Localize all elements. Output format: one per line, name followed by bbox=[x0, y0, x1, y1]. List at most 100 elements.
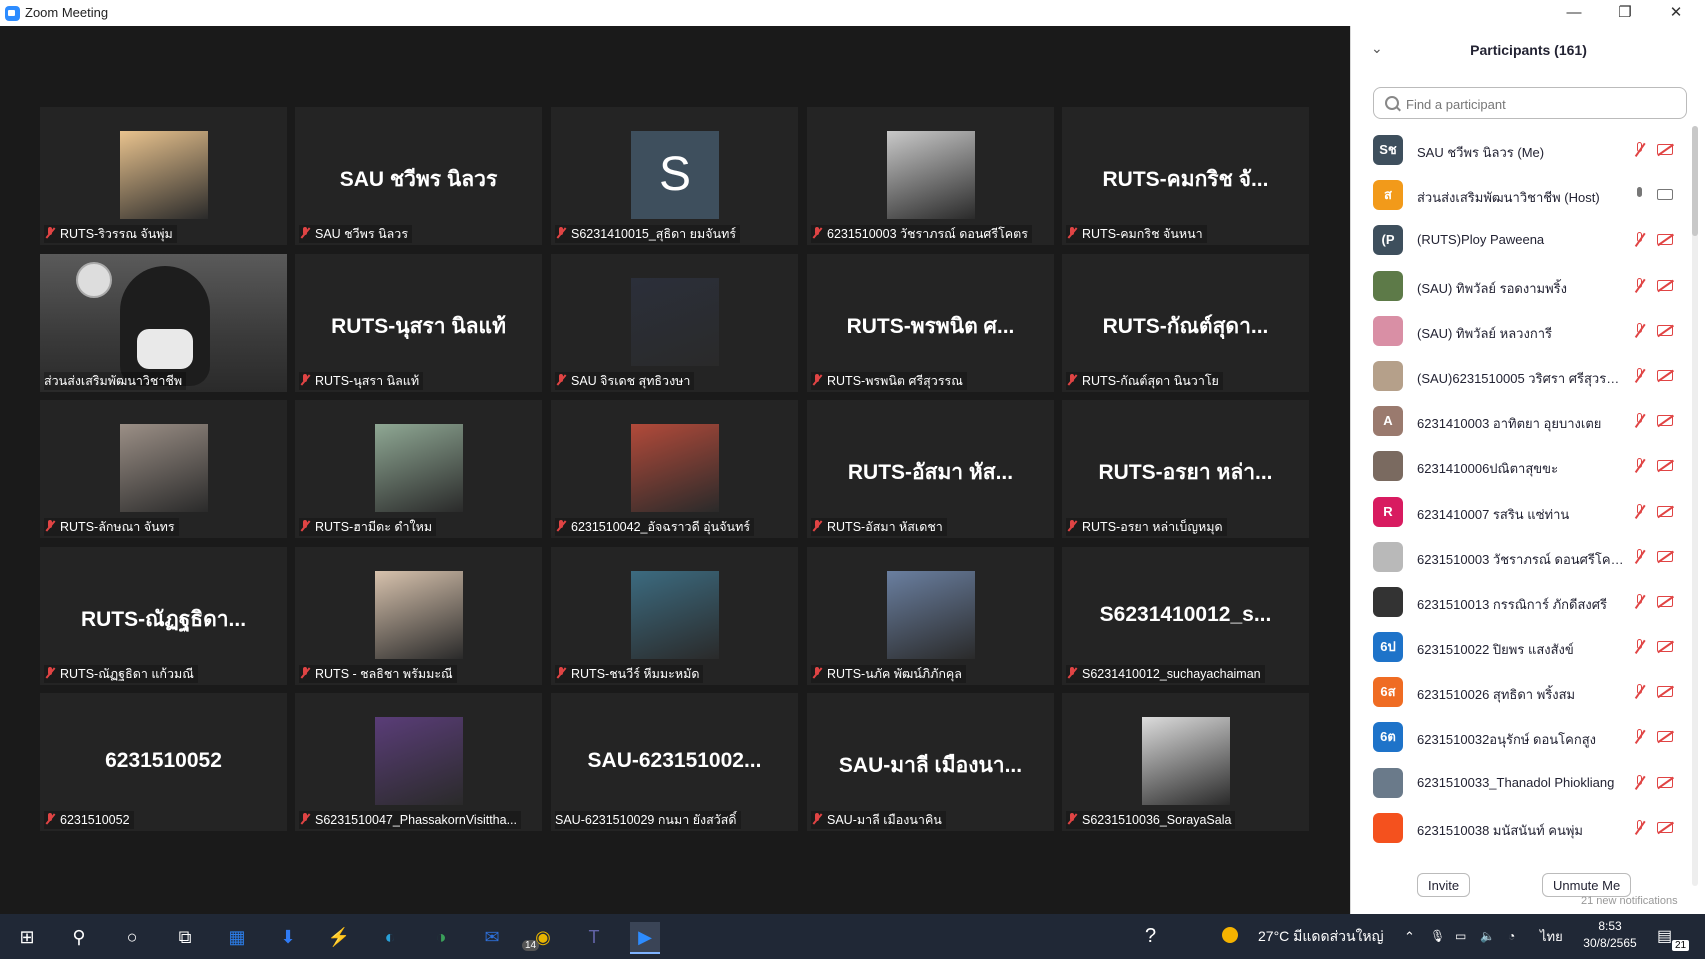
camera-off-icon[interactable] bbox=[1657, 460, 1673, 472]
participant-row[interactable]: 6231510013 กรรณิการ์ ภักดีสงศรี bbox=[1351, 580, 1691, 625]
mic-muted-icon[interactable] bbox=[1633, 367, 1647, 384]
video-tile[interactable]: S S6231410015_สุธิดา ยมจันทร์ bbox=[551, 107, 798, 245]
teams-icon[interactable]: T bbox=[579, 922, 609, 952]
video-tile[interactable]: RUTS - ชลธิชา พรัมมะณี bbox=[295, 547, 542, 685]
windows-explorer-icon[interactable]: ▦ bbox=[222, 922, 252, 952]
video-tile[interactable]: 6231510003 วัชราภรณ์ ดอนศรีโคตร bbox=[807, 107, 1054, 245]
language-indicator[interactable]: ไทย bbox=[1540, 914, 1563, 959]
close-button[interactable]: ✕ bbox=[1651, 0, 1701, 26]
video-tile[interactable]: S6231510036_SorayaSala bbox=[1062, 693, 1309, 831]
participant-row[interactable]: A 6231410003 อาทิตยา อุยบางเตย bbox=[1351, 399, 1691, 444]
video-tile[interactable]: RUTS-ฮามีดะ ดำใหม bbox=[295, 400, 542, 538]
mic-muted-icon[interactable] bbox=[1633, 548, 1647, 565]
edge-beta-icon[interactable]: ◑ bbox=[426, 922, 456, 952]
mic-muted-icon[interactable] bbox=[1633, 232, 1647, 248]
participant-row[interactable]: Sช SAU ชวีพร นิลวร (Me) bbox=[1351, 128, 1691, 173]
camera-off-icon[interactable] bbox=[1657, 641, 1673, 653]
participant-row[interactable]: (SAU)6231510005 วริศรา ศรีสุวรรณ bbox=[1351, 354, 1691, 399]
mic-muted-icon[interactable] bbox=[1633, 639, 1647, 655]
video-tile[interactable]: RUTS-ลักษณา จันทร bbox=[40, 400, 287, 538]
mic-muted-icon[interactable] bbox=[1633, 593, 1647, 610]
camera-off-icon[interactable] bbox=[1657, 686, 1673, 698]
video-tile[interactable]: SAU ชวีพร นิลวร SAU ชวีพร นิลวร bbox=[295, 107, 542, 245]
mic-muted-icon[interactable] bbox=[1633, 322, 1647, 339]
camera-off-icon[interactable] bbox=[1657, 324, 1673, 336]
participant-search[interactable] bbox=[1373, 87, 1687, 119]
video-tile[interactable]: SAU จิรเดช สุทธิวงษา bbox=[551, 254, 798, 392]
participant-scrollbar[interactable] bbox=[1692, 126, 1698, 886]
video-tile[interactable]: RUTS-ณัฏฐธิดา... RUTS-ณัฏฐธิดา แก้วมณี bbox=[40, 547, 287, 685]
camera-off-icon[interactable] bbox=[1657, 550, 1673, 562]
tray-chevron-up-icon[interactable]: ⌃ bbox=[1404, 914, 1415, 959]
unmute-me-button[interactable]: Unmute Me bbox=[1542, 873, 1632, 897]
camera-off-icon[interactable] bbox=[1657, 731, 1673, 743]
mic-muted-icon[interactable] bbox=[1633, 277, 1647, 294]
video-tile[interactable]: RUTS-อัสมา หัส... RUTS-อัสมา หัสเดชา bbox=[807, 400, 1054, 538]
mic-muted-icon[interactable] bbox=[1633, 684, 1647, 700]
participant-row[interactable]: 6231410006ปณิตาสุขขะ bbox=[1351, 444, 1691, 489]
participant-row[interactable]: 6231510003 วัชราภรณ์ ดอนศรีโคตร bbox=[1351, 535, 1691, 580]
wifi-icon[interactable]: ◔ bbox=[1508, 914, 1515, 959]
microphone-icon[interactable] bbox=[1633, 187, 1647, 203]
video-tile[interactable]: RUTS-ริวรรณ จันพุ่ม bbox=[40, 107, 287, 245]
scrollbar-thumb[interactable] bbox=[1692, 126, 1698, 236]
video-tile[interactable]: RUTS-นภัค พัฒน์ภิภักคุล bbox=[807, 547, 1054, 685]
mic-muted-icon[interactable] bbox=[1633, 458, 1647, 474]
mic-muted-icon[interactable] bbox=[1633, 729, 1647, 745]
minimize-button[interactable]: — bbox=[1549, 0, 1599, 26]
participant-row[interactable]: 6ส 6231510026 สุทธิดา พริ้งสม bbox=[1351, 670, 1691, 715]
participant-row[interactable]: (SAU) ทิพวัลย์ รอดงามพริ้ง bbox=[1351, 264, 1691, 309]
video-tile[interactable]: RUTS-อรยา หล่า... RUTS-อรยา หล่าเบ็ญหมุด bbox=[1062, 400, 1309, 538]
clock[interactable]: 8:53 30/8/2565 bbox=[1580, 918, 1640, 952]
video-tile[interactable]: SAU-623151002... SAU-6231510029 กนมา ยังส… bbox=[551, 693, 798, 831]
cortana-icon[interactable]: ○ bbox=[117, 922, 147, 952]
camera-off-icon[interactable] bbox=[1657, 369, 1673, 381]
mic-muted-icon[interactable] bbox=[1633, 774, 1647, 791]
participant-row[interactable]: ส ส่วนส่งเสริมพัฒนาวิชาชีพ (Host) bbox=[1351, 173, 1691, 218]
help-icon[interactable]: ? bbox=[1145, 914, 1156, 959]
video-tile[interactable]: S6231510047_PhassakornVisittha... bbox=[295, 693, 542, 831]
battery-icon[interactable]: ▭ bbox=[1455, 914, 1466, 959]
participant-row[interactable]: (P (RUTS)Ploy Paweena bbox=[1351, 218, 1691, 263]
zoom-icon[interactable]: ▶ bbox=[630, 922, 660, 954]
camera-off-icon[interactable] bbox=[1657, 279, 1673, 291]
participant-row[interactable]: 6ป 6231510022 ปิยพร แสงสังข์ bbox=[1351, 625, 1691, 670]
camera-icon[interactable] bbox=[1657, 189, 1673, 201]
video-tile[interactable]: 6231510042_อัจฉราวดี อุ่นจันทร์ bbox=[551, 400, 798, 538]
weather-text[interactable]: 27°C มีแดดส่วนใหญ่ bbox=[1258, 914, 1384, 959]
participant-row[interactable]: 6ต 6231510032อนุรักษ์ ดอนโคกสูง bbox=[1351, 715, 1691, 760]
video-tile[interactable]: S6231410012_s... S6231410012_suchayachaim… bbox=[1062, 547, 1309, 685]
participant-row[interactable]: 6231510038 มนัสนันท์ คนพุ่ม bbox=[1351, 806, 1691, 851]
microphone-icon[interactable]: 🎙 bbox=[1430, 914, 1445, 959]
mail-icon[interactable]: ✉ bbox=[477, 922, 507, 952]
video-tile[interactable]: RUTS-ชนวีร์ หีมมะหมัด bbox=[551, 547, 798, 685]
edge-icon[interactable]: ◐ bbox=[375, 922, 405, 952]
camera-off-icon[interactable] bbox=[1657, 776, 1673, 788]
participant-row[interactable]: 6231510033_Thanadol Phiokliang bbox=[1351, 761, 1691, 806]
video-tile[interactable]: RUTS-นุสรา นิลแท้ RUTS-นุสรา นิลแท้ bbox=[295, 254, 542, 392]
video-tile[interactable]: ส่วนส่งเสริมพัฒนาวิชาชีพ bbox=[40, 254, 287, 392]
dropbox-icon[interactable]: ⬇ bbox=[273, 922, 303, 952]
mic-muted-icon[interactable] bbox=[1633, 503, 1647, 520]
video-tile[interactable]: RUTS-พรพนิต ศ... RUTS-พรพนิต ศรีสุวรรณ bbox=[807, 254, 1054, 392]
task-view-icon[interactable]: ⧉ bbox=[170, 922, 200, 952]
camera-off-icon[interactable] bbox=[1657, 415, 1673, 427]
mic-muted-icon[interactable] bbox=[1633, 413, 1647, 429]
action-center-icon[interactable]: ▤ bbox=[1657, 914, 1672, 959]
mic-muted-icon[interactable] bbox=[1633, 142, 1647, 158]
camera-off-icon[interactable] bbox=[1657, 144, 1673, 155]
search-icon[interactable]: ⚲ bbox=[64, 922, 94, 952]
camera-off-icon[interactable] bbox=[1657, 821, 1673, 833]
camera-off-icon[interactable] bbox=[1657, 595, 1673, 607]
video-tile[interactable]: 6231510052 6231510052 bbox=[40, 693, 287, 831]
restore-button[interactable]: ❐ bbox=[1600, 0, 1650, 26]
participant-search-input[interactable] bbox=[1404, 94, 1678, 114]
video-tile[interactable]: RUTS-คมกริช จั... RUTS-คมกริช จันหนา bbox=[1062, 107, 1309, 245]
video-tile[interactable]: SAU-มาลี เมืองนา... SAU-มาลี เมืองนาคิน bbox=[807, 693, 1054, 831]
invite-button[interactable]: Invite bbox=[1417, 873, 1471, 897]
start-icon[interactable]: ⊞ bbox=[12, 922, 42, 952]
volume-icon[interactable]: 🔈 bbox=[1480, 914, 1495, 959]
participant-row[interactable]: (SAU) ทิพวัลย์ หลวงการี bbox=[1351, 309, 1691, 354]
video-tile[interactable]: RUTS-กัณต์สุดา... RUTS-กัณต์สุดา นินวาโย bbox=[1062, 254, 1309, 392]
bolt-app-icon[interactable]: ⚡ bbox=[324, 922, 354, 952]
